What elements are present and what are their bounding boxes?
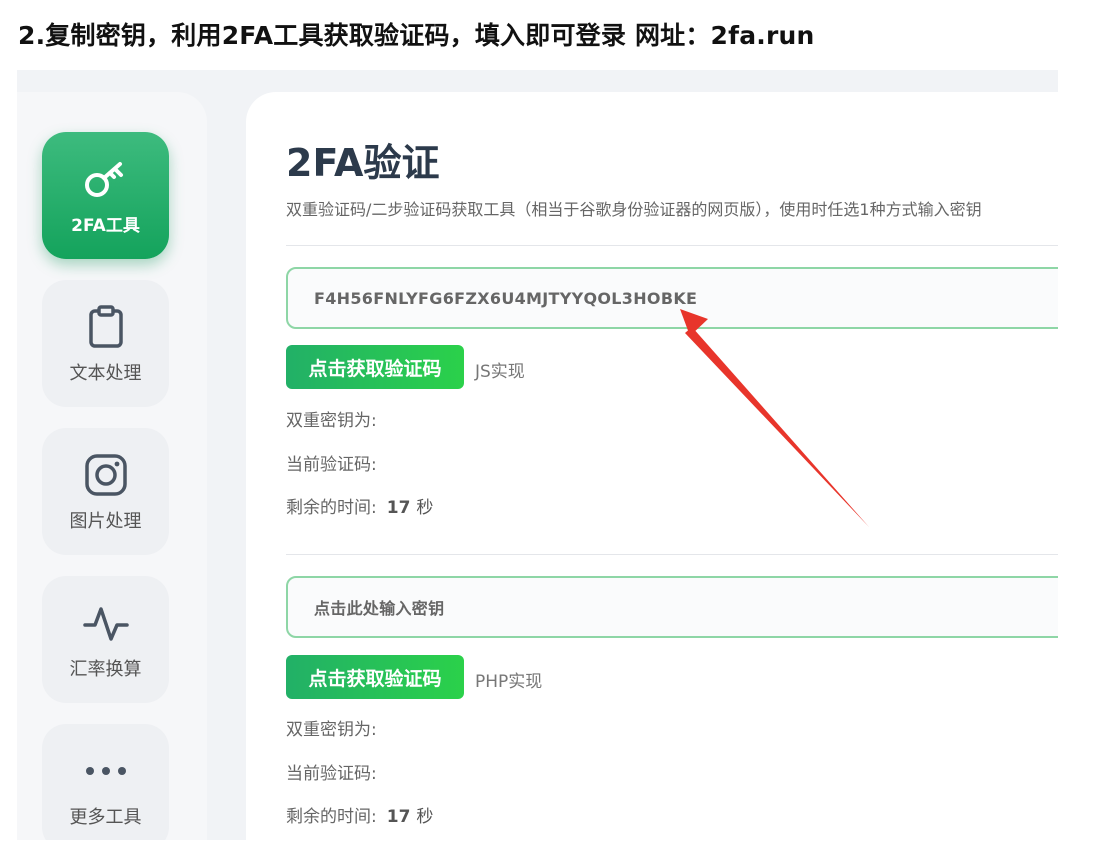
clipboard-icon: [82, 303, 130, 351]
page-title: 2FA验证: [286, 141, 440, 185]
remaining-time-unit: 秒: [416, 498, 434, 518]
remaining-time-row-js: 剩余的时间: 17 秒: [286, 493, 433, 518]
secret-key-label: 双重密钥为:: [286, 411, 377, 431]
divider: [286, 554, 1058, 555]
pulse-icon: [82, 599, 130, 647]
sidebar-item-currency-exchange[interactable]: 汇率换算: [42, 576, 169, 703]
instagram-icon: [82, 451, 130, 499]
main-panel: 2FA验证 双重验证码/二步验证码获取工具（相当于谷歌身份验证器的网页版），使用…: [246, 92, 1058, 840]
sidebar-item-label: 更多工具: [69, 806, 142, 828]
secret-key-row-php: 双重密钥为:: [286, 715, 377, 740]
instruction-caption: 2.复制密钥，利用2FA工具获取验证码，填入即可登录 网址：2fa.run: [18, 21, 815, 50]
secret-key-label: 双重密钥为:: [286, 720, 377, 740]
impl-label-php: PHP实现: [475, 672, 543, 692]
key-icon: [82, 155, 130, 203]
remaining-time-value: 17: [386, 498, 411, 518]
divider: [286, 245, 1058, 246]
remaining-time-label: 剩余的时间:: [286, 807, 377, 827]
remaining-time-label: 剩余的时间:: [286, 498, 377, 518]
sidebar-item-image-processing[interactable]: 图片处理: [42, 428, 169, 555]
sidebar-item-2fa-tool[interactable]: 2FA工具: [42, 132, 169, 259]
get-code-button-php[interactable]: 点击获取验证码: [286, 655, 464, 699]
tool-screenshot: 2FA工具 文本处理 图片处理 汇率换算 更多工具 2FA验证 双重验证码/二步…: [17, 70, 1058, 840]
secret-key-row-js: 双重密钥为:: [286, 406, 377, 431]
current-code-row-php: 当前验证码:: [286, 759, 377, 784]
sidebar-item-text-processing[interactable]: 文本处理: [42, 280, 169, 407]
remaining-time-row-php: 剩余的时间: 17 秒: [286, 802, 433, 827]
remaining-time-value: 17: [386, 807, 411, 827]
sidebar: 2FA工具 文本处理 图片处理 汇率换算 更多工具: [17, 92, 207, 840]
current-code-row-js: 当前验证码:: [286, 450, 377, 475]
sidebar-item-label: 文本处理: [69, 362, 142, 384]
page-description: 双重验证码/二步验证码获取工具（相当于谷歌身份验证器的网页版），使用时任选1种方…: [286, 200, 982, 219]
sidebar-item-label: 图片处理: [69, 510, 142, 532]
remaining-time-unit: 秒: [416, 807, 434, 827]
secret-key-input-js[interactable]: F4H56FNLYFG6FZX6U4MJTYYQOL3HOBKE: [286, 267, 1058, 329]
impl-label-js: JS实现: [475, 362, 525, 382]
secret-key-input-php[interactable]: 点击此处输入密钥: [286, 576, 1058, 638]
sidebar-item-label: 汇率换算: [69, 658, 142, 680]
more-dots-icon: [82, 747, 130, 795]
sidebar-item-more-tools[interactable]: 更多工具: [42, 724, 169, 840]
current-code-label: 当前验证码:: [286, 455, 377, 475]
sidebar-item-label: 2FA工具: [71, 216, 140, 236]
current-code-label: 当前验证码:: [286, 764, 377, 784]
get-code-button-js[interactable]: 点击获取验证码: [286, 345, 464, 389]
